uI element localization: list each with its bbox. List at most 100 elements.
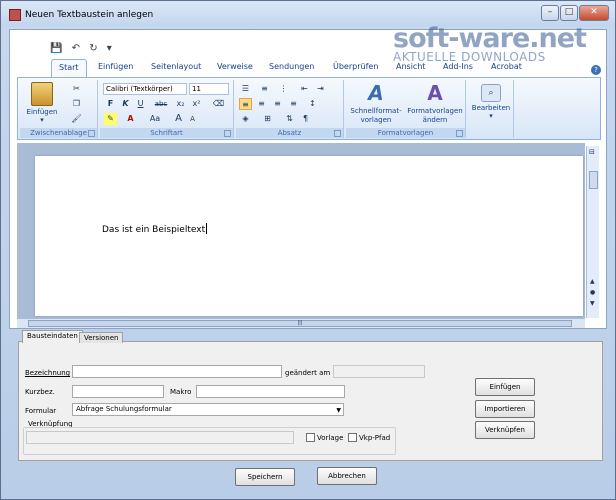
dialog-window: Neuen Textbaustein anlegen – □ ✕ 💾 ↶ ↻ ▾… [0, 0, 616, 500]
subscript-button[interactable]: x₂ [174, 98, 187, 110]
group-clipboard: Einfügen ▾ ✂ ❐ 🖌 Zwischenablage [20, 80, 98, 138]
quick-styles-button[interactable]: A Schnellformat- vorlagen [348, 81, 404, 125]
save-button[interactable]: Speichern [235, 468, 295, 486]
dialog-launcher-icon[interactable] [334, 130, 341, 137]
importieren-button[interactable]: Importieren [475, 400, 535, 418]
increase-indent-icon[interactable]: ⇥ [314, 83, 327, 95]
group-edit: ⌕ Bearbeiten ▾ [468, 80, 514, 138]
sort-icon[interactable]: ⇅ [283, 113, 296, 125]
tab-add-ins[interactable]: Add-Ins [443, 62, 473, 71]
copy-icon[interactable]: ❐ [70, 98, 83, 110]
format-painter-icon[interactable]: 🖌 [70, 113, 83, 125]
makro-field[interactable] [196, 385, 345, 398]
dialog-launcher-icon[interactable] [88, 130, 95, 137]
ribbon-tabs: Start Einfügen Seitenlayout Verweise Sen… [15, 59, 601, 77]
kurzbez-field[interactable] [72, 385, 164, 398]
clear-format-icon[interactable]: ⌫ [212, 98, 225, 110]
formular-select[interactable]: Abfrage Schulungsformular ▼ [72, 403, 344, 416]
tab-ueberpruefen[interactable]: Überprüfen [333, 62, 378, 71]
group-label: Absatz [236, 128, 343, 138]
shrink-font-button[interactable]: A [186, 113, 199, 125]
qat-more-icon[interactable]: ▾ [107, 43, 112, 54]
geaendert-field [333, 365, 425, 378]
tab-verweise[interactable]: Verweise [217, 62, 253, 71]
verknuepfen-button[interactable]: Verknüpfen [475, 421, 535, 439]
vertical-scroll-thumb[interactable] [589, 171, 598, 189]
show-marks-icon[interactable]: ¶ [299, 113, 312, 125]
save-icon[interactable]: 💾 [50, 43, 62, 54]
browse-object-icon[interactable]: ● [590, 289, 595, 296]
geaendert-label: geändert am [285, 369, 331, 377]
align-center-icon[interactable]: ≡ [255, 98, 268, 110]
tab-acrobat[interactable]: Acrobat [491, 62, 522, 71]
binoculars-icon: ⌕ [481, 84, 501, 102]
maximize-button[interactable]: □ [560, 5, 578, 21]
formular-label: Formular [25, 407, 57, 415]
paste-button[interactable]: Einfügen ▾ [24, 82, 60, 124]
tab-sendungen[interactable]: Sendungen [269, 62, 314, 71]
vorlage-checkbox[interactable] [306, 433, 315, 442]
change-styles-button[interactable]: A Formatvorlagen ändern [406, 81, 464, 125]
undo-icon[interactable]: ↶ [72, 43, 80, 54]
font-color-icon[interactable]: A [124, 113, 137, 125]
multilevel-list-icon[interactable]: ⋮ [277, 83, 290, 95]
cancel-button[interactable]: Abbrechen [317, 467, 377, 485]
bezeichnung-label: Bezeichnung [25, 369, 71, 377]
change-case-button[interactable]: Aa [146, 113, 164, 125]
minimize-button[interactable]: – [541, 5, 559, 21]
einfuegen-button[interactable]: Einfügen [475, 378, 535, 396]
vkp-pfad-checkbox[interactable] [348, 433, 357, 442]
shading-icon[interactable]: ◈ [239, 113, 252, 125]
vertical-scrollbar[interactable]: ⊟ ▲ ● ▼ [586, 146, 599, 318]
cut-icon[interactable]: ✂ [70, 83, 83, 95]
justify-icon[interactable]: ≡ [287, 98, 300, 110]
prev-page-icon[interactable]: ▲ [590, 278, 595, 285]
dialog-launcher-icon[interactable] [456, 130, 463, 137]
edit-button[interactable]: ⌕ Bearbeiten ▾ [470, 81, 512, 120]
ruler-toggle-icon[interactable]: ⊟ [589, 148, 595, 156]
bold-button[interactable]: F [104, 98, 117, 110]
decrease-indent-icon[interactable]: ⇤ [298, 83, 311, 95]
font-name-combo[interactable]: Calibri (Textkörper) [103, 83, 187, 95]
bullets-icon[interactable]: ☰ [239, 83, 252, 95]
underline-button[interactable]: U [134, 98, 147, 110]
tab-start[interactable]: Start [51, 59, 87, 77]
help-icon[interactable]: ? [591, 65, 601, 75]
window-title: Neuen Textbaustein anlegen [25, 10, 154, 20]
tab-bausteindaten[interactable]: Bausteindaten [22, 330, 83, 343]
highlight-icon[interactable]: ✎ [104, 113, 117, 125]
clipboard-icon [31, 82, 53, 106]
line-spacing-icon[interactable]: ↕ [306, 98, 319, 110]
grow-font-button[interactable]: A [172, 113, 185, 125]
align-right-icon[interactable]: ≡ [271, 98, 284, 110]
bezeichnung-field[interactable] [72, 365, 282, 378]
redo-icon[interactable]: ↻ [89, 43, 97, 54]
strikethrough-button[interactable]: abc [152, 98, 170, 110]
italic-button[interactable]: K [119, 98, 132, 110]
tab-einfuegen[interactable]: Einfügen [98, 62, 133, 71]
group-label: Formatvorlagen [346, 128, 465, 138]
watermark-logo: soft-ware.net AKTUELLE DOWNLOADS [393, 23, 587, 64]
group-font: Calibri (Textkörper) 11 F K U abc x₂ x² … [100, 80, 234, 138]
vorlage-label: Vorlage [317, 434, 344, 442]
align-left-icon[interactable]: ≡ [239, 98, 252, 110]
next-page-icon[interactable]: ▼ [590, 300, 595, 307]
numbering-icon[interactable]: ≡ [258, 83, 271, 95]
tab-versionen[interactable]: Versionen [79, 332, 124, 343]
chevron-down-icon[interactable]: ▼ [336, 405, 341, 416]
change-styles-icon: A [427, 81, 443, 105]
borders-icon[interactable]: ⊞ [261, 113, 274, 125]
close-button[interactable]: ✕ [579, 5, 609, 21]
tab-seitenlayout[interactable]: Seitenlayout [151, 62, 201, 71]
superscript-button[interactable]: x² [190, 98, 203, 110]
font-size-combo[interactable]: 11 [189, 83, 229, 95]
text-caret [206, 223, 208, 234]
quick-styles-icon: A [368, 81, 384, 105]
horizontal-scrollbar[interactable]: ||| [17, 318, 585, 328]
dialog-launcher-icon[interactable] [224, 130, 231, 137]
horizontal-scroll-thumb[interactable]: ||| [28, 320, 572, 327]
document-text[interactable]: Das ist ein Beispieltext [102, 223, 208, 235]
document-page[interactable]: Das ist ein Beispieltext [35, 156, 583, 316]
app-icon [9, 9, 21, 21]
tab-ansicht[interactable]: Ansicht [396, 62, 426, 71]
